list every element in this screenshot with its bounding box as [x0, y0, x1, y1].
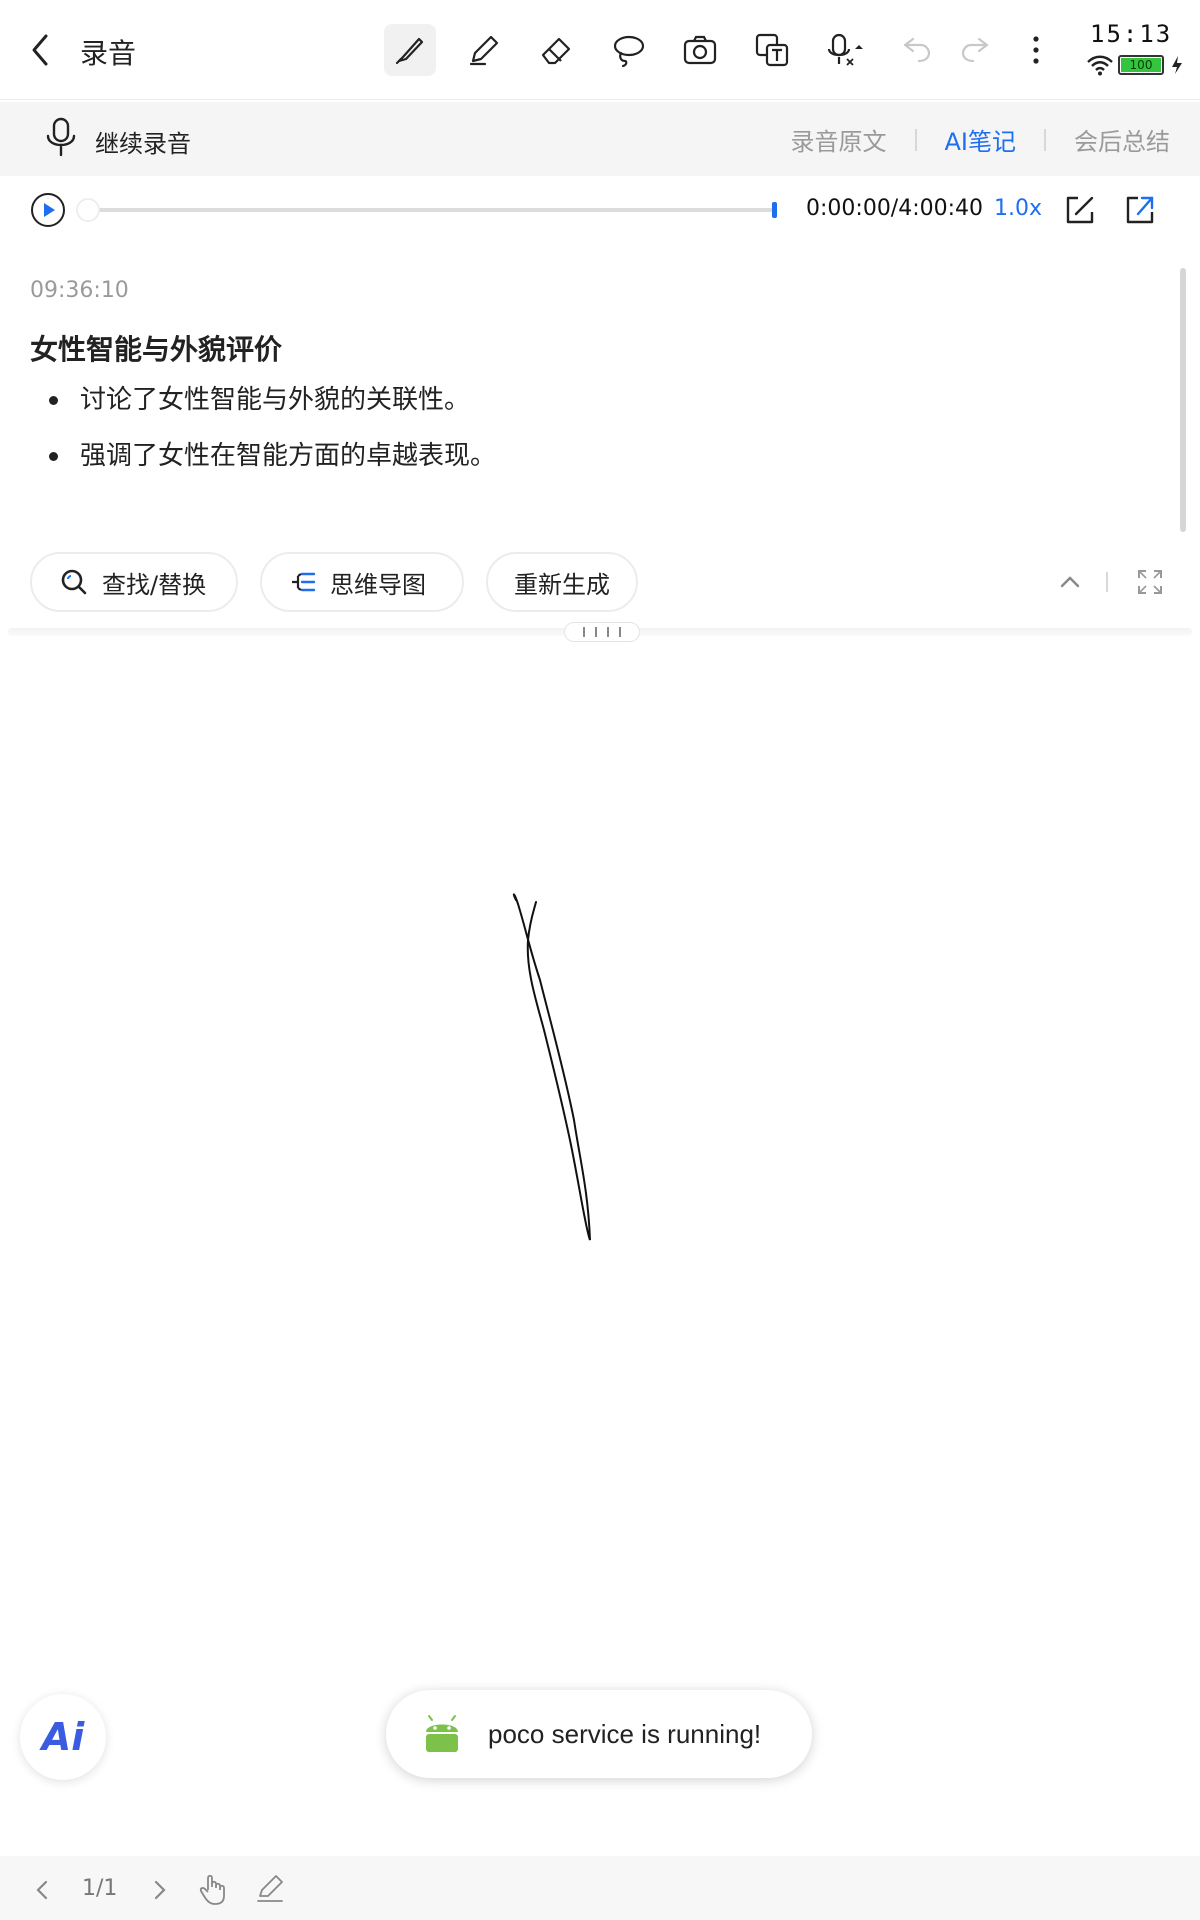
- chevron-right-icon[interactable]: [150, 1878, 170, 1902]
- page-indicator: 1/1: [82, 1876, 118, 1901]
- mind-map-label: 思维导图: [330, 570, 426, 599]
- wifi-icon: [1086, 54, 1114, 76]
- tab-divider: [1044, 128, 1046, 151]
- handle-grip: [619, 627, 621, 637]
- progress-track[interactable]: [86, 208, 776, 212]
- tab-divider: [914, 128, 917, 151]
- share-icon[interactable]: [1122, 192, 1158, 228]
- app-root: 录音 15:13 100 继续录音 录音原文 AI笔记 会后总结 0:00:00…: [0, 0, 1200, 1920]
- microphone-icon[interactable]: [44, 116, 78, 158]
- play-icon[interactable]: [30, 192, 66, 228]
- recording-bar: 继续录音 录音原文 AI笔记 会后总结: [0, 102, 1200, 176]
- android-icon: [420, 1712, 464, 1756]
- note-scrollbar[interactable]: [1180, 268, 1186, 532]
- more-icon[interactable]: [1010, 24, 1062, 76]
- top-toolbar: 录音 15:13 100: [0, 0, 1200, 100]
- handwriting-stroke: [500, 890, 610, 1250]
- pencil-icon[interactable]: [458, 24, 510, 76]
- toast-text: poco service is running!: [488, 1718, 762, 1749]
- find-replace-button[interactable]: 查找/替换: [30, 552, 238, 612]
- toast-notification: poco service is running!: [386, 1690, 812, 1778]
- edit-icon[interactable]: [1062, 192, 1098, 228]
- toolbar-divider: [1106, 572, 1108, 592]
- battery-level: 100: [1121, 58, 1161, 72]
- note-bullet-list: 讨论了女性智能与外貌的关联性。 强调了女性在智能方面的卓越表现。: [30, 380, 496, 492]
- find-replace-label: 查找/替换: [102, 570, 207, 599]
- regenerate-button[interactable]: 重新生成: [486, 552, 638, 612]
- tab-ai-notes[interactable]: AI笔记: [945, 122, 1017, 157]
- pen-icon[interactable]: [254, 1872, 286, 1904]
- hand-pointer-icon[interactable]: [198, 1872, 228, 1906]
- redo-icon[interactable]: [950, 24, 1002, 76]
- list-item: 讨论了女性智能与外貌的关联性。: [30, 380, 496, 436]
- bottom-bar: 1/1: [0, 1856, 1200, 1920]
- note-tabs: 录音原文 AI笔记 会后总结: [791, 122, 1171, 157]
- undo-icon[interactable]: [890, 24, 942, 76]
- ai-button-label: Ai: [41, 1715, 85, 1759]
- mind-map-icon: [292, 572, 316, 592]
- handle-grip: [595, 627, 597, 637]
- fullscreen-icon[interactable]: [1136, 568, 1164, 596]
- tab-transcript[interactable]: 录音原文: [791, 122, 887, 157]
- chevron-left-icon[interactable]: [32, 1878, 52, 1902]
- continue-recording-button[interactable]: 继续录音: [95, 124, 191, 159]
- back-icon[interactable]: [22, 28, 62, 72]
- playback-speed[interactable]: 1.0x: [994, 196, 1042, 221]
- status-time: 15:13: [1090, 20, 1173, 48]
- resize-handle[interactable]: [564, 622, 640, 642]
- list-item: 强调了女性在智能方面的卓越表现。: [30, 436, 496, 492]
- chevron-up-icon[interactable]: [1058, 570, 1082, 594]
- eraser-icon[interactable]: [530, 24, 582, 76]
- brush-icon[interactable]: [384, 24, 436, 76]
- progress-knob[interactable]: [76, 198, 100, 222]
- handle-grip: [607, 627, 609, 637]
- lasso-icon[interactable]: [602, 24, 654, 76]
- playback-time: 0:00:00/4:00:40: [806, 196, 984, 221]
- mic-to-text-icon[interactable]: [818, 24, 870, 76]
- audio-player: 0:00:00/4:00:40 1.0x: [0, 176, 1200, 246]
- ai-assistant-button[interactable]: Ai: [20, 1694, 106, 1780]
- camera-icon[interactable]: [674, 24, 726, 76]
- note-title: 女性智能与外貌评价: [30, 333, 283, 366]
- note-timestamp: 09:36:10: [30, 278, 129, 303]
- handle-grip: [583, 627, 585, 637]
- regenerate-label: 重新生成: [514, 570, 610, 599]
- progress-end-marker: [772, 202, 777, 218]
- search-icon: [61, 569, 87, 595]
- text-convert-icon[interactable]: [746, 24, 798, 76]
- charging-icon: [1170, 54, 1184, 76]
- battery-icon: 100: [1118, 55, 1164, 75]
- tab-summary[interactable]: 会后总结: [1074, 122, 1170, 157]
- mind-map-button[interactable]: 思维导图: [260, 552, 464, 612]
- page-title: 录音: [80, 37, 137, 70]
